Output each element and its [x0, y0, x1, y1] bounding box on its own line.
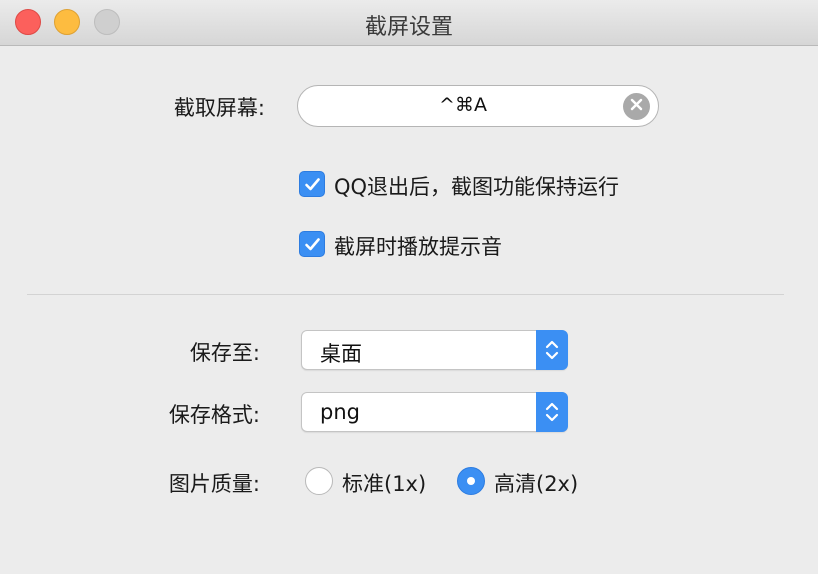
save-format-stepper[interactable]	[536, 392, 568, 432]
keep-running-label[interactable]: QQ退出后，截图功能保持运行	[334, 171, 619, 201]
keep-running-checkbox[interactable]	[299, 171, 325, 197]
save-location-value: 桌面	[320, 342, 362, 366]
shortcut-value: ^⌘A	[439, 94, 487, 116]
play-sound-label[interactable]: 截屏时播放提示音	[334, 231, 502, 261]
title-bar: 截屏设置	[0, 0, 818, 46]
save-format-label: 保存格式:	[168, 403, 260, 427]
image-quality-label: 图片质量:	[168, 472, 260, 496]
quality-hd-label[interactable]: 高清(2x)	[494, 468, 578, 498]
quality-standard-radio[interactable]	[305, 467, 333, 495]
save-format-select[interactable]: png	[301, 392, 568, 432]
clear-shortcut-button[interactable]	[623, 93, 650, 120]
window-title: 截屏设置	[364, 15, 453, 40]
shortcut-label: 截取屏幕:	[173, 96, 265, 120]
close-circle-icon	[630, 96, 643, 116]
shortcut-field[interactable]: ^⌘A	[297, 85, 659, 127]
section-divider	[27, 294, 784, 295]
save-to-label: 保存至:	[189, 341, 260, 365]
quality-standard-label[interactable]: 标准(1x)	[342, 468, 426, 498]
play-sound-checkbox[interactable]	[299, 231, 325, 257]
quality-hd-radio[interactable]	[457, 467, 485, 495]
save-location-select[interactable]: 桌面	[301, 330, 568, 370]
radio-selected-dot	[467, 477, 475, 485]
save-location-stepper[interactable]	[536, 330, 568, 370]
save-format-value: png	[320, 400, 360, 424]
